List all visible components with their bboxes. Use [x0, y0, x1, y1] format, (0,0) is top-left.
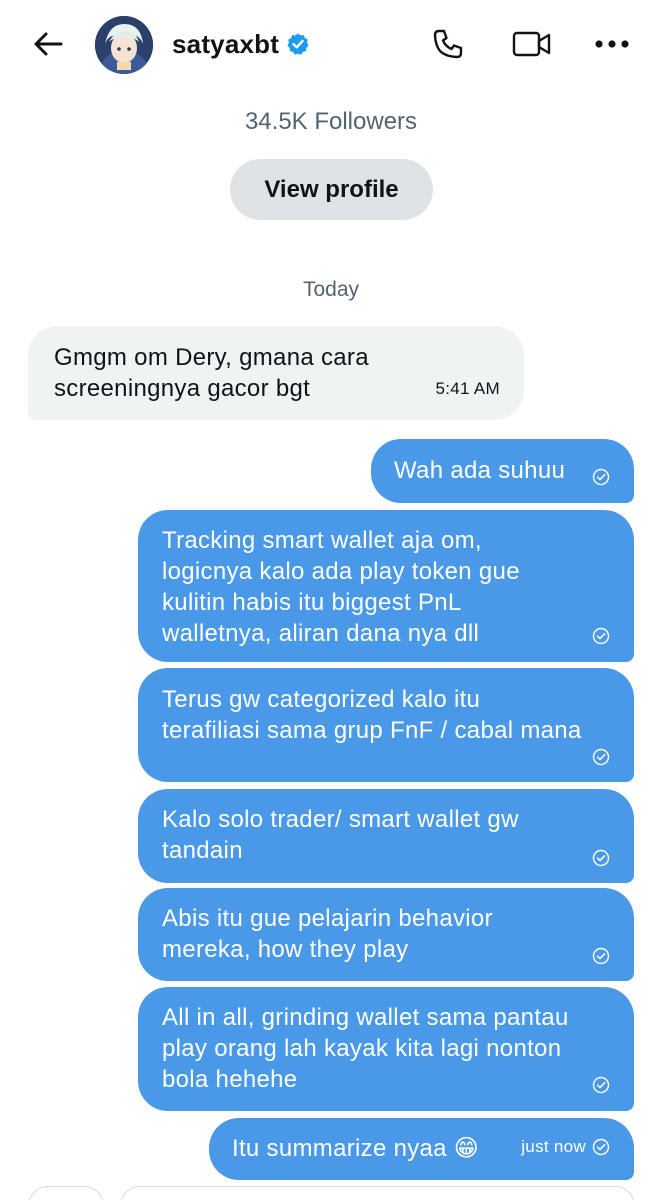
composer-bar [0, 1186, 662, 1200]
message-text: Kalo solo trader/ smart wallet gw tandai… [162, 806, 519, 864]
sent-check-icon [592, 468, 610, 486]
message-text: Tracking smart wallet aja om, logicnya k… [162, 527, 520, 647]
sent-check-icon [592, 748, 610, 766]
message-timestamp: 5:41 AM [435, 379, 500, 398]
message-timestamp: just now [521, 1137, 586, 1156]
message-bubble-outgoing[interactable]: Tracking smart wallet aja om, logicnya k… [138, 510, 634, 662]
username: satyaxbt [172, 28, 280, 59]
sent-check-icon [592, 627, 610, 645]
video-call-button[interactable] [512, 24, 552, 64]
sent-check-icon [592, 1138, 610, 1155]
date-separator: Today [302, 278, 360, 301]
call-button[interactable] [428, 24, 468, 64]
message-text: Gmgm om Dery, gmana cara screeningnya ga… [54, 344, 369, 402]
view-profile-button[interactable]: View profile [230, 159, 433, 220]
username-block[interactable]: satyaxbt [172, 27, 310, 61]
sent-check-icon [592, 849, 610, 867]
sent-check-icon [592, 947, 610, 965]
video-icon [512, 31, 551, 57]
avatar[interactable] [95, 16, 153, 74]
message-bubble-outgoing[interactable]: All in all, grinding wallet sama pantau … [138, 987, 634, 1111]
message-bubble-outgoing[interactable]: Itu summarize nyaa 😁 just now [209, 1118, 634, 1180]
followers-count: 34.5K Followers [244, 108, 418, 135]
conversation-header: satyaxbt [0, 0, 662, 88]
message-bubble-outgoing[interactable]: Terus gw categorized kalo itu terafilias… [138, 668, 634, 782]
verified-badge-icon [287, 33, 309, 55]
message-bubble-incoming[interactable]: Gmgm om Dery, gmana cara screeningnya ga… [28, 326, 524, 420]
composer-actions-button[interactable] [28, 1186, 104, 1200]
back-arrow-icon [34, 32, 63, 56]
message-text: Wah ada suhuu [394, 457, 566, 484]
message-bubble-outgoing[interactable]: Kalo solo trader/ smart wallet gw tandai… [138, 789, 634, 883]
message-input[interactable] [120, 1186, 635, 1200]
sent-check-icon [592, 1076, 610, 1094]
message-bubble-outgoing[interactable]: Wah ada suhuu [371, 439, 634, 503]
back-button[interactable] [30, 26, 66, 62]
phone-icon [433, 29, 463, 59]
message-bubble-outgoing[interactable]: Abis itu gue pelajarin behavior mereka, … [138, 888, 634, 981]
more-icon [595, 40, 629, 48]
message-text: All in all, grinding wallet sama pantau … [162, 1004, 569, 1093]
message-text: Abis itu gue pelajarin behavior mereka, … [162, 905, 493, 963]
more-options-button[interactable] [592, 24, 632, 64]
message-text: Terus gw categorized kalo itu terafilias… [162, 686, 582, 744]
